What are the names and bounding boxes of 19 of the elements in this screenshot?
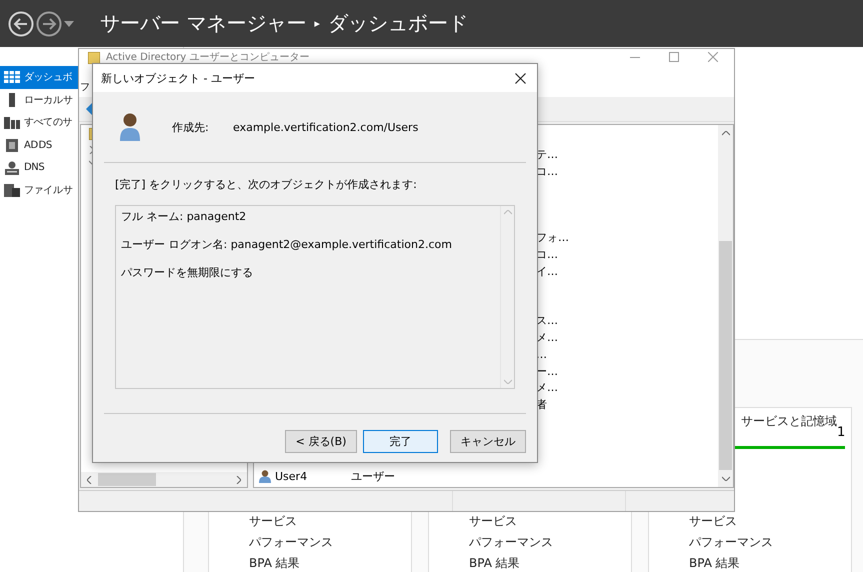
table-cell-text: コ… bbox=[536, 247, 559, 264]
summary-line: パスワードを無期限にする bbox=[121, 265, 254, 281]
container-path: example.vertification2.com/Users bbox=[233, 120, 418, 134]
summary-line: ユーザー ログオン名: panagent2@example.vertification2.com bbox=[121, 237, 453, 253]
user-name: User4 bbox=[275, 470, 308, 484]
table-cell-text: コ… bbox=[536, 164, 559, 180]
page-title: ダッシュボード bbox=[328, 10, 468, 37]
breadcrumb-separator: ▸ bbox=[314, 17, 320, 30]
window-title: Active Directory ユーザーとコンピューター bbox=[106, 52, 310, 64]
table-cell-text: フォ… bbox=[536, 230, 570, 246]
table-cell-text: イ… bbox=[536, 264, 559, 280]
tile-count: 1 bbox=[837, 425, 846, 440]
instruction-text: [完了] をクリックすると、次のオブジェクトが作成されます: bbox=[115, 177, 418, 193]
app-title: サーバー マネージャー bbox=[100, 10, 306, 37]
summary-line: フル ネーム: panagent2 bbox=[121, 209, 248, 225]
table-cell-text: テ… bbox=[536, 147, 559, 163]
user-type: ユーザー bbox=[351, 469, 395, 484]
field-label: 作成先: bbox=[172, 120, 210, 134]
dialog-title: 新しいオブジェクト - ユーザー bbox=[101, 70, 255, 86]
